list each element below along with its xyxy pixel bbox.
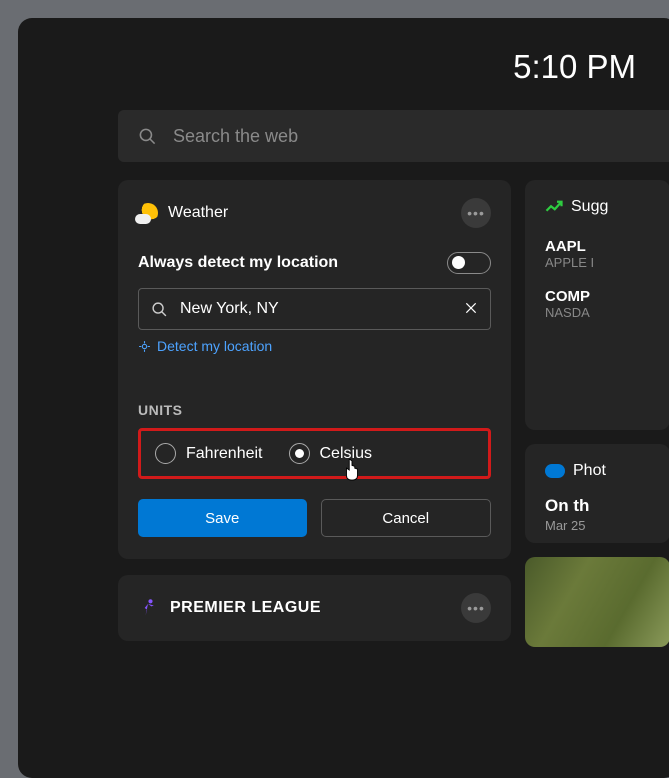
- web-search[interactable]: [118, 110, 669, 162]
- save-button[interactable]: Save: [138, 499, 307, 537]
- detect-location-label: Detect my location: [157, 338, 272, 354]
- weather-icon: [138, 203, 158, 223]
- cancel-button[interactable]: Cancel: [321, 499, 492, 537]
- radio-icon: [289, 443, 310, 464]
- detect-location-link[interactable]: Detect my location: [138, 338, 491, 354]
- premier-more-button[interactable]: •••: [461, 593, 491, 623]
- weather-title: Weather: [168, 204, 228, 222]
- clock-time: 5:10 PM: [118, 48, 648, 86]
- suggestions-widget: Sugg AAPL APPLE I COMP NASDA: [525, 180, 669, 430]
- search-icon: [138, 127, 157, 146]
- radio-celsius[interactable]: Celsius: [289, 443, 372, 464]
- premier-title: PREMIER LEAGUE: [170, 599, 321, 617]
- clear-location-button[interactable]: [464, 299, 478, 320]
- photos-date: Mar 25: [545, 518, 650, 533]
- search-icon: [151, 301, 168, 318]
- stock-row[interactable]: AAPL APPLE I: [545, 238, 650, 270]
- photos-title: Phot: [573, 462, 606, 480]
- runner-icon: [138, 598, 158, 618]
- photo-thumbnail[interactable]: [525, 557, 669, 647]
- radio-icon: [155, 443, 176, 464]
- location-field[interactable]: [138, 288, 491, 330]
- suggestions-title: Sugg: [571, 198, 608, 216]
- stock-name: APPLE I: [545, 255, 650, 270]
- always-detect-toggle[interactable]: [447, 252, 491, 274]
- celsius-label: Celsius: [320, 445, 372, 463]
- stock-row[interactable]: COMP NASDA: [545, 288, 650, 320]
- close-icon: [464, 301, 478, 315]
- search-input[interactable]: [173, 126, 658, 147]
- stock-symbol: AAPL: [545, 238, 650, 255]
- stock-name: NASDA: [545, 305, 650, 320]
- stock-symbol: COMP: [545, 288, 650, 305]
- location-input[interactable]: [180, 300, 452, 318]
- radio-fahrenheit[interactable]: Fahrenheit: [155, 443, 263, 464]
- stocks-icon: [545, 200, 563, 214]
- premier-league-widget: PREMIER LEAGUE •••: [118, 575, 511, 641]
- units-radio-group: Fahrenheit Celsius: [138, 428, 491, 479]
- onedrive-icon: [545, 464, 565, 478]
- always-detect-label: Always detect my location: [138, 254, 338, 272]
- photos-headline: On th: [545, 496, 650, 516]
- weather-more-button[interactable]: •••: [461, 198, 491, 228]
- photos-widget: Phot On th Mar 25: [525, 444, 669, 543]
- fahrenheit-label: Fahrenheit: [186, 445, 263, 463]
- weather-widget: Weather ••• Always detect my location: [118, 180, 511, 559]
- units-heading: UNITS: [138, 402, 491, 418]
- locate-icon: [138, 340, 151, 353]
